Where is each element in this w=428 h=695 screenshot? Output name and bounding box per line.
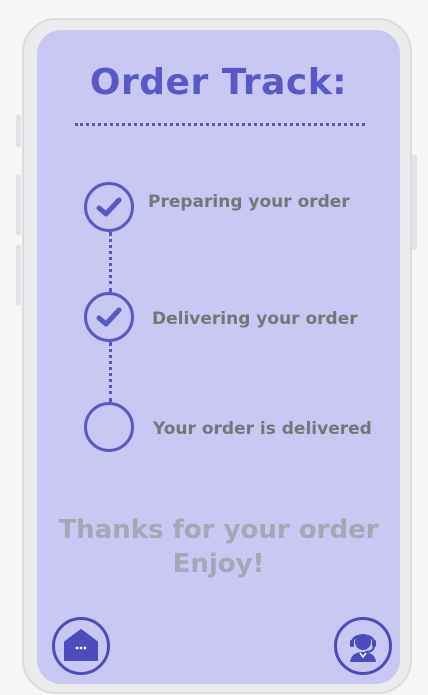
step-2-status [84,292,134,342]
step-1-status [84,182,134,232]
step-connector [109,342,112,402]
step-connector [109,232,112,292]
phone-volume-down-button [16,245,21,305]
step-3-label: Your order is delivered [153,419,372,439]
step-2-label: Delivering your order [152,309,358,329]
order-track-screen: Order Track: Preparing your order Delive… [37,30,400,684]
app-stage: Order Track: Preparing your order Delive… [0,0,428,695]
phone-volume-up-button [16,175,21,235]
home-button[interactable] [52,617,110,675]
title-divider [75,123,365,126]
phone-power-button [412,155,417,250]
thanks-line: Thanks for your order [58,515,379,545]
enjoy-line: Enjoy! [172,549,265,579]
thanks-message: Thanks for your order Enjoy! [37,513,400,581]
step-1-label: Preparing your order [148,192,350,212]
page-title: Order Track: [89,62,348,103]
step-3-status [84,402,134,452]
phone-side-button [16,115,21,147]
support-button[interactable] [334,617,392,675]
